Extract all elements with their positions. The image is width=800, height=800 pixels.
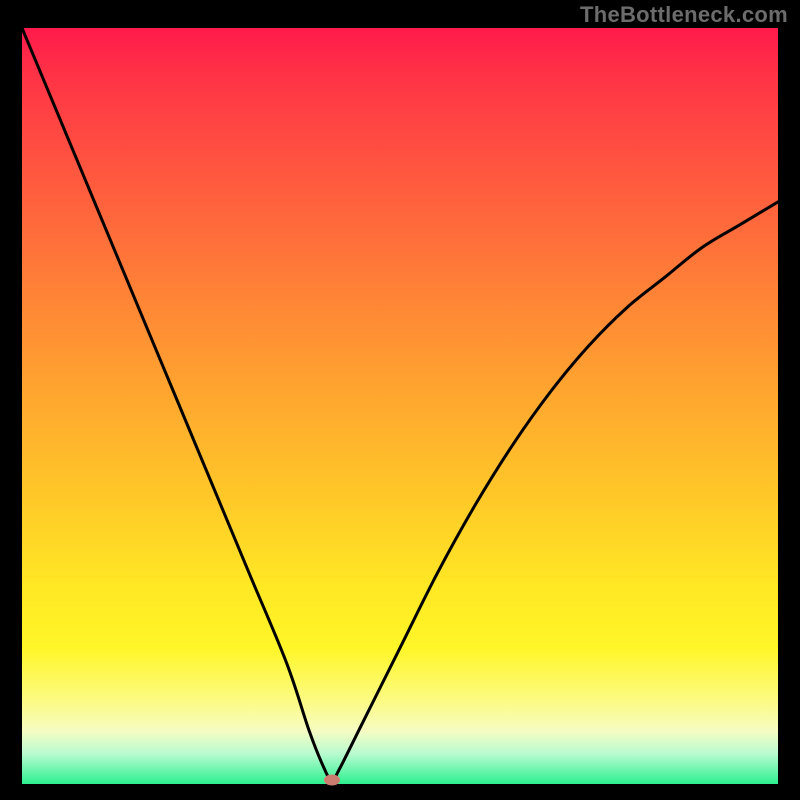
curve-svg (22, 28, 778, 784)
bottleneck-curve-path (22, 28, 778, 780)
watermark-text: TheBottleneck.com (580, 2, 788, 28)
plot-area (22, 28, 778, 784)
valley-marker (324, 775, 340, 786)
chart-container: TheBottleneck.com (0, 0, 800, 800)
